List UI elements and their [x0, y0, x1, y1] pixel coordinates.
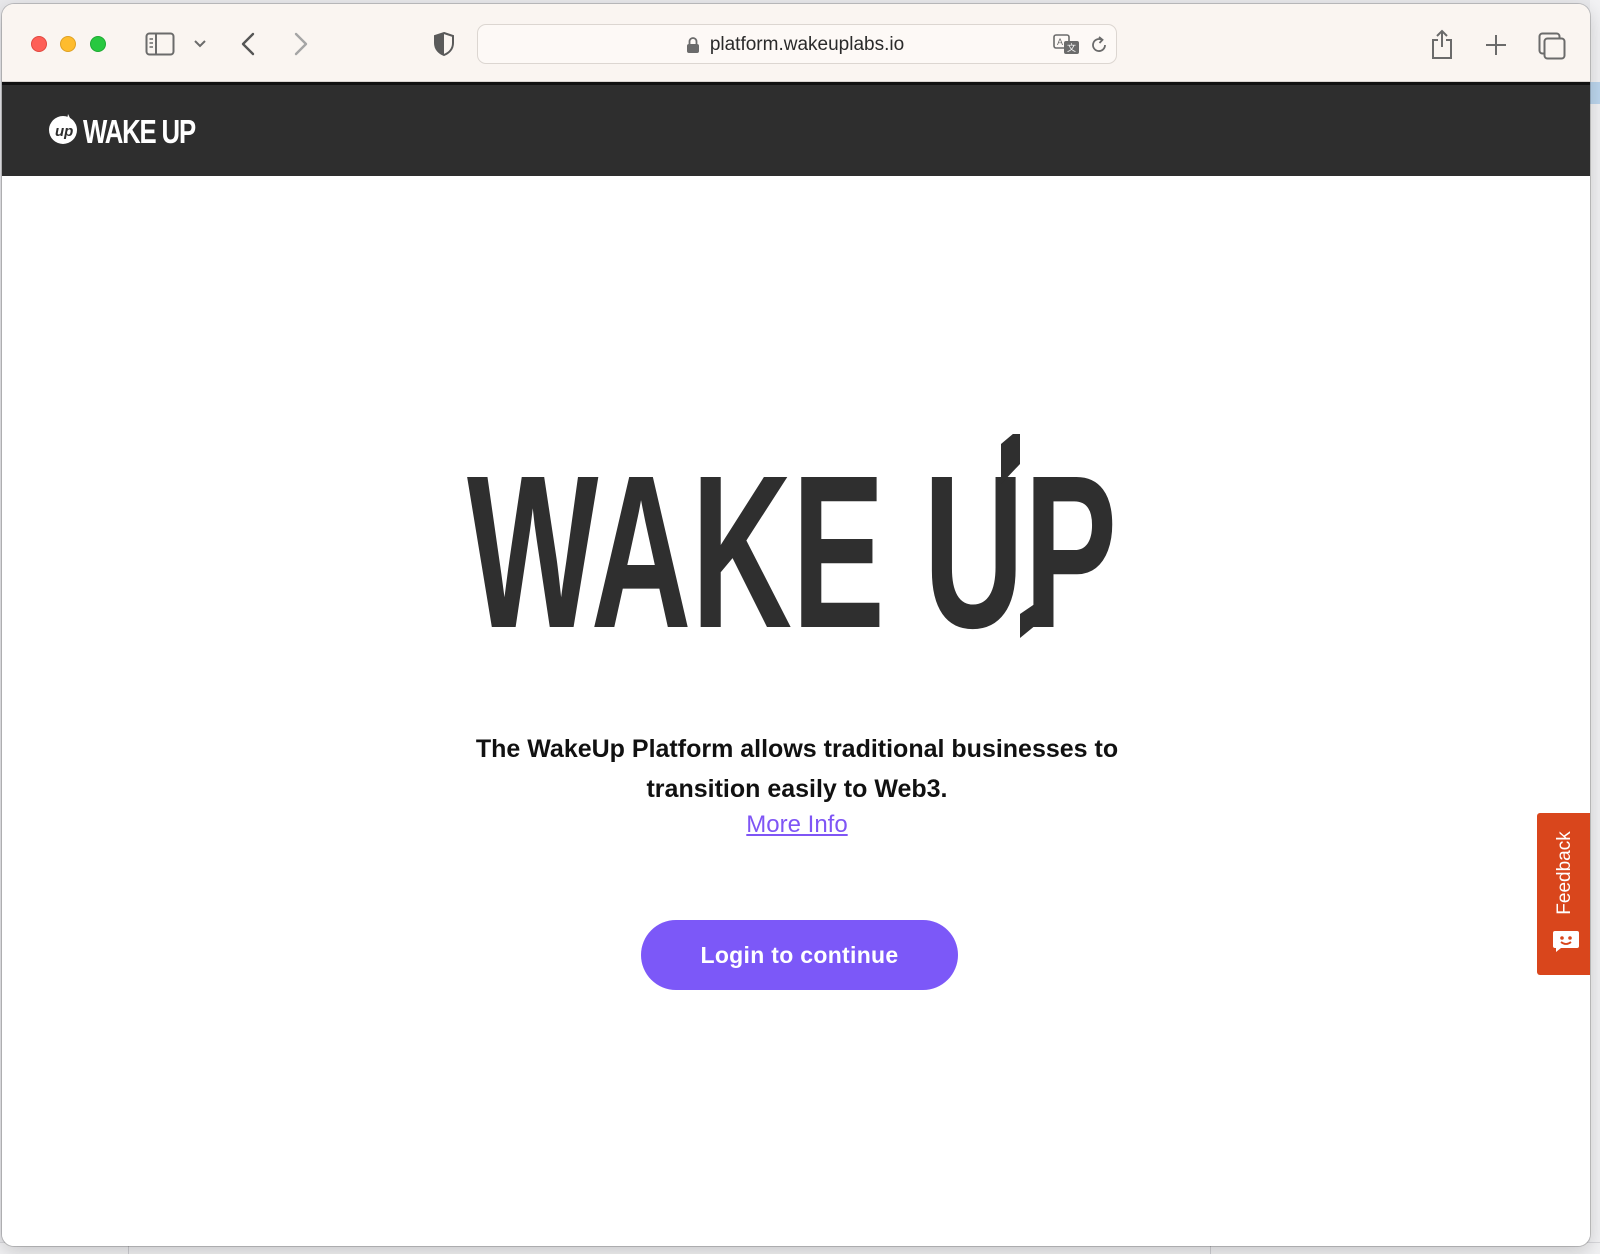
minimize-window-button[interactable] — [60, 36, 76, 52]
site-header: up WAKE UP — [2, 82, 1590, 176]
browser-window: platform.wakeuplabs.io A文 up WAKE UP WAK… — [2, 4, 1590, 1246]
chat-icon — [1552, 929, 1580, 958]
login-button[interactable]: Login to continue — [641, 920, 958, 990]
tab-overview-icon[interactable] — [1538, 32, 1566, 60]
close-window-button[interactable] — [31, 36, 47, 52]
svg-text:A: A — [1057, 37, 1063, 47]
feedback-tab[interactable]: Feedback — [1537, 813, 1590, 975]
svg-text:文: 文 — [1067, 42, 1076, 53]
sidebar-icon[interactable] — [145, 32, 175, 56]
site-logo[interactable]: up WAKE UP — [48, 112, 227, 151]
desktop-background — [1590, 0, 1600, 1254]
address-url[interactable]: platform.wakeuplabs.io — [478, 25, 1116, 65]
tagline-line-2: transition easily to Web3. — [646, 775, 948, 803]
zoom-window-button[interactable] — [90, 36, 106, 52]
translate-icon[interactable]: A文 — [1053, 34, 1081, 61]
new-tab-icon[interactable] — [1485, 34, 1507, 56]
feedback-label: Feedback — [1554, 831, 1575, 915]
more-info-link[interactable]: More Info — [702, 811, 892, 839]
site-logo-text: WAKE UP — [83, 112, 196, 150]
logo-emblem-icon: up — [48, 112, 80, 151]
hero-logo-text: WAKE UP — [467, 434, 1117, 654]
svg-text:up: up — [55, 123, 73, 140]
main-content: WAKE UP The WakeUp Platform allows tradi… — [2, 176, 1590, 1246]
shield-icon[interactable] — [433, 31, 455, 57]
chevron-down-icon[interactable] — [193, 39, 207, 49]
browser-toolbar: platform.wakeuplabs.io A文 — [2, 4, 1590, 82]
share-icon[interactable] — [1430, 28, 1454, 60]
back-icon[interactable] — [240, 31, 256, 57]
forward-icon[interactable] — [293, 31, 309, 57]
hero-logo: WAKE UP — [467, 428, 1127, 674]
reload-icon[interactable] — [1089, 35, 1109, 60]
tagline-line-1: The WakeUp Platform allows traditional b… — [475, 735, 1119, 763]
tagline: The WakeUp Platform allows traditional b… — [402, 729, 1192, 809]
address-bar[interactable]: platform.wakeuplabs.io A文 — [477, 24, 1117, 64]
